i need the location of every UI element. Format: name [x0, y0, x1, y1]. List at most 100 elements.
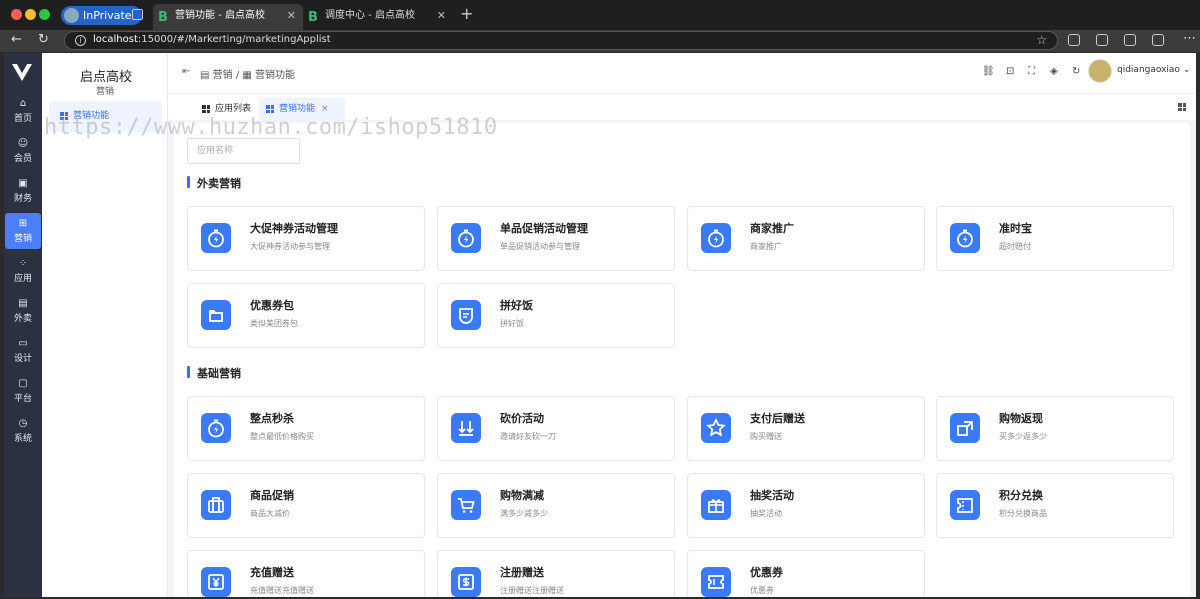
collections-icon[interactable] — [1124, 34, 1136, 46]
new-tab-icon[interactable]: + — [460, 4, 473, 23]
app-card[interactable]: 优惠券包 类似美团券包 — [187, 283, 425, 348]
favorites-icon[interactable] — [1096, 34, 1108, 46]
url-field[interactable]: i localhost:15000/#/Markerting/marketing… — [64, 31, 1058, 50]
takeout-icon: ▤ — [18, 298, 28, 309]
window-minimize-button[interactable] — [25, 9, 36, 20]
browser-tab-title: 调度中心 - 启点高校 — [325, 10, 415, 21]
browser-tab-dispatch[interactable]: B 调度中心 - 启点高校 ✕ — [303, 4, 453, 30]
return-icon — [950, 413, 980, 443]
stopwatch-icon — [201, 223, 231, 253]
site-favicon-icon: B — [308, 10, 318, 25]
app-card-description: 注册赠送注册赠送 — [500, 586, 564, 595]
nav-item-label: 营销 — [13, 234, 32, 244]
app-card-title: 购物返现 — [999, 412, 1043, 425]
stopwatch-icon — [950, 223, 980, 253]
app-card[interactable]: 拼好饭 拼好饭 — [437, 283, 675, 348]
app-card-title: 整点秒杀 — [250, 412, 294, 425]
favorite-star-icon[interactable]: ☆ — [1036, 33, 1047, 47]
link-icon[interactable]: ⛓ — [982, 66, 995, 77]
nav-item-home[interactable]: ⌂ 首页 — [5, 93, 41, 129]
stopwatch-icon — [201, 413, 231, 443]
app-card[interactable]: 充值赠送 充值赠送充值赠送 — [187, 550, 425, 597]
app-card-title: 充值赠送 — [250, 566, 294, 579]
design-icon: ▭ — [18, 338, 28, 349]
more-menu-icon[interactable]: ⋯ — [1183, 31, 1196, 46]
app-card[interactable]: 支付后赠送 购买赠送 — [687, 396, 925, 461]
main-content: 外卖营销大促神券活动管理大促神券活动参与管理单品促销活动管理单品促销活动参与管理… — [174, 123, 1190, 597]
refresh-icon[interactable]: ↻ — [1072, 66, 1080, 77]
split-screen-icon[interactable] — [1068, 34, 1080, 46]
app-card[interactable]: 商品促销 商品大减价 — [187, 473, 425, 538]
app-card-title: 砍价活动 — [500, 412, 544, 425]
app-card[interactable]: 砍价活动 邀请好友砍一刀 — [437, 396, 675, 461]
lock-icon[interactable]: ⊡ — [1006, 66, 1014, 77]
window-close-button[interactable] — [11, 9, 22, 20]
close-tab-icon[interactable]: ✕ — [287, 4, 296, 28]
user-menu[interactable]: qidiangaoxiao ⌄ — [1117, 65, 1190, 75]
fullscreen-icon[interactable]: ⛶ — [1028, 66, 1035, 77]
app-card[interactable]: 购物满减 满多少减多少 — [437, 473, 675, 538]
app-card[interactable]: 购物返现 买多少返多少 — [936, 396, 1174, 461]
app-card[interactable]: 抽奖活动 抽奖活动 — [687, 473, 925, 538]
nav-item-label: 首页 — [13, 114, 32, 124]
nav-item-label: 平台 — [13, 394, 32, 404]
app-window: ⌂ 首页 ☺ 会员 ▣ 财务 ⊞ 营销 ⁘ 应用 ▤ 外卖 ▭ 设计 ▢ 平台 ◷ 系统 启点高校 营销 营销功能… — [4, 53, 1196, 597]
menu-collapse-icon[interactable]: ⇤ — [182, 66, 190, 77]
finance-icon: ▣ — [18, 178, 28, 189]
coupon-icon — [701, 567, 731, 597]
breadcrumb-separator: / ▦ — [235, 70, 256, 81]
cart-icon — [451, 490, 481, 520]
site-info-icon[interactable]: i — [75, 35, 86, 46]
watermark-text: https://www.huzhan.com/ishop51810 — [44, 115, 498, 140]
inprivate-label: InPrivate — [83, 9, 132, 22]
tab-label: 应用列表 — [215, 104, 252, 114]
app-card[interactable]: 准时宝 超时赔付 — [936, 206, 1174, 271]
app-card[interactable]: 整点秒杀 整点最低价格购买 — [187, 396, 425, 461]
nav-item-takeout[interactable]: ▤ 外卖 — [5, 293, 41, 329]
app-card[interactable]: 商家推广 商家推广 — [687, 206, 925, 271]
back-icon[interactable]: ← — [11, 32, 22, 47]
search-input[interactable] — [187, 138, 300, 164]
home-icon: ⌂ — [19, 98, 27, 109]
app-card-title: 注册赠送 — [500, 566, 544, 579]
close-tab-icon[interactable]: × — [321, 104, 329, 114]
breadcrumb-item-marketing[interactable]: 营销 — [213, 70, 233, 81]
nav-item-marketing[interactable]: ⊞ 营销 — [5, 213, 41, 249]
nav-item-system[interactable]: ◷ 系统 — [5, 413, 41, 449]
browser-tab-marketing[interactable]: B 营销功能 - 启点高校 ✕ — [153, 4, 303, 30]
nav-item-member[interactable]: ☺ 会员 — [5, 133, 41, 169]
inprivate-profile-button[interactable]: InPrivate — [61, 6, 142, 25]
bag-icon — [201, 490, 231, 520]
member-icon: ☺ — [17, 138, 29, 149]
app-card-description: 拼好饭 — [500, 319, 524, 328]
platform-icon: ▢ — [18, 378, 28, 389]
breadcrumb: ▤ 营销 / ▦ 营销功能 — [200, 66, 295, 81]
url-text: localhost:15000/#/Markerting/marketingAp… — [93, 34, 331, 45]
app-card-description: 满多少减多少 — [500, 509, 548, 518]
nav-item-platform[interactable]: ▢ 平台 — [5, 373, 41, 409]
window-maximize-button[interactable] — [39, 9, 50, 20]
app-card-description: 优惠券 — [750, 586, 774, 595]
app-card[interactable]: 优惠券 优惠券 — [687, 550, 925, 597]
main-sidebar: ⌂ 首页 ☺ 会员 ▣ 财务 ⊞ 营销 ⁘ 应用 ▤ 外卖 ▭ 设计 ▢ 平台 ◷ 系统 — [4, 53, 42, 597]
folder-icon — [201, 300, 231, 330]
app-card[interactable]: 单品促销活动管理 单品促销活动参与管理 — [437, 206, 675, 271]
extensions-icon[interactable] — [1152, 34, 1164, 46]
app-card-title: 准时宝 — [999, 222, 1032, 235]
reload-icon[interactable]: ↻ — [38, 32, 49, 47]
app-card[interactable]: 大促神券活动管理 大促神券活动参与管理 — [187, 206, 425, 271]
avatar[interactable] — [1088, 59, 1112, 83]
nav-item-finance[interactable]: ▣ 财务 — [5, 173, 41, 209]
vue-logo-icon — [12, 64, 32, 81]
app-card-title: 抽奖活动 — [750, 489, 794, 502]
app-card[interactable]: 注册赠送 注册赠送注册赠送 — [437, 550, 675, 597]
nav-item-apps[interactable]: ⁘ 应用 — [5, 253, 41, 289]
apps-icon: ⁘ — [18, 258, 28, 269]
nav-item-design[interactable]: ▭ 设计 — [5, 333, 41, 369]
app-card-title: 单品促销活动管理 — [500, 222, 588, 235]
close-tab-icon[interactable]: ✕ — [437, 4, 446, 28]
theme-icon[interactable]: ◈ — [1050, 66, 1058, 77]
tab-actions-icon[interactable] — [132, 9, 143, 20]
tabs-menu-icon[interactable] — [1178, 103, 1186, 111]
app-card[interactable]: 积分兑换 积分兑换商品 — [936, 473, 1174, 538]
